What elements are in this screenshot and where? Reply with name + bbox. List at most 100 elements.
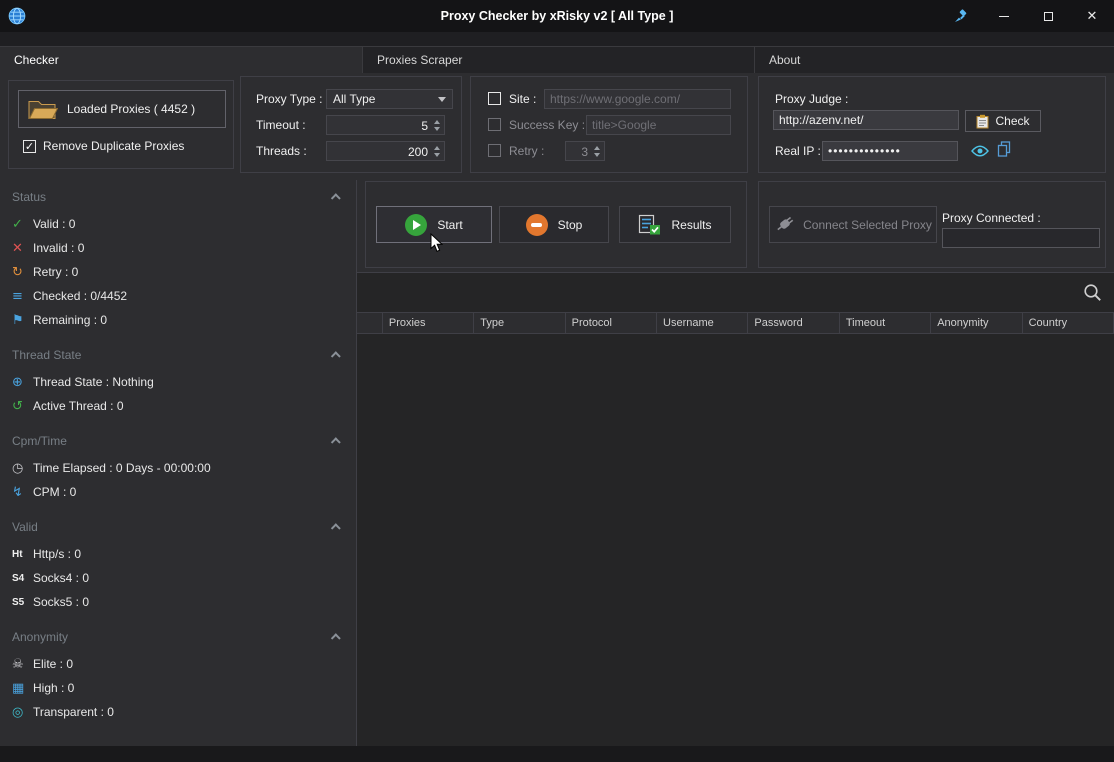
- stop-button[interactable]: Stop: [499, 206, 609, 243]
- spin-down-icon: [594, 153, 600, 157]
- proxy-type-label: Proxy Type :: [256, 89, 322, 109]
- close-button[interactable]: ✕: [1070, 0, 1114, 32]
- clock-icon: ◷: [12, 462, 33, 475]
- pin-window-button[interactable]: [938, 0, 982, 32]
- tab-about[interactable]: About: [755, 46, 1114, 73]
- bolt-icon: ↯: [12, 486, 33, 499]
- anonymity-elite: ☠ Elite : 0: [0, 652, 356, 676]
- results-button[interactable]: Results: [619, 206, 731, 243]
- table-search-row: [357, 273, 1114, 312]
- timeout-spinner[interactable]: [431, 116, 442, 134]
- cpm-time-section-header[interactable]: Cpm/Time: [0, 426, 356, 456]
- status-section-header[interactable]: Status: [0, 182, 356, 212]
- proxy-connected-label: Proxy Connected :: [942, 208, 1041, 228]
- remove-duplicates-label: Remove Duplicate Proxies: [43, 139, 184, 153]
- retry-label: Retry :: [509, 141, 544, 161]
- proxy-judge-input[interactable]: [773, 110, 959, 130]
- col-anonymity[interactable]: Anonymity: [931, 313, 1022, 333]
- anonymity-high: ▦ High : 0: [0, 676, 356, 700]
- success-key-input[interactable]: [586, 115, 731, 135]
- proxy-judge-label: Proxy Judge :: [775, 89, 848, 109]
- globe-icon: ⊕: [12, 376, 33, 389]
- results-button-label: Results: [671, 218, 711, 232]
- connect-selected-proxy-button[interactable]: Connect Selected Proxy: [769, 206, 937, 243]
- start-button[interactable]: Start: [376, 206, 492, 243]
- socks4-icon: S4: [12, 572, 33, 585]
- stop-button-label: Stop: [558, 218, 583, 232]
- chevron-up-icon: [331, 523, 341, 533]
- results-pane: Proxies Type Protocol Username Password …: [357, 272, 1114, 746]
- checker-tab-content: Loaded Proxies ( 4452 ) ✓ Remove Duplica…: [0, 73, 1114, 746]
- maximize-button[interactable]: [1026, 0, 1070, 32]
- col-country[interactable]: Country: [1023, 313, 1114, 333]
- col-timeout[interactable]: Timeout: [840, 313, 931, 333]
- threads-input[interactable]: 200: [326, 141, 445, 161]
- tab-proxies-scraper[interactable]: Proxies Scraper: [362, 46, 755, 73]
- ring-icon: ◎: [12, 706, 33, 719]
- valid-section-header[interactable]: Valid: [0, 512, 356, 542]
- chevron-up-icon: [331, 633, 341, 643]
- connect-group: Connect Selected Proxy Proxy Connected :: [758, 181, 1106, 268]
- real-ip-label: Real IP :: [775, 141, 821, 161]
- site-label: Site :: [509, 89, 536, 109]
- real-ip-input[interactable]: [822, 141, 958, 161]
- proxy-judge-group: Proxy Judge : Check Real IP :: [758, 76, 1106, 173]
- proxy-table-body[interactable]: [357, 335, 1114, 746]
- remove-duplicates-checkbox[interactable]: ✓ Remove Duplicate Proxies: [23, 139, 184, 153]
- spin-up-icon: [434, 146, 440, 150]
- sidebar-section-cpm-time: Cpm/Time ◷ Time Elapsed : 0 Days - 00:00…: [0, 426, 356, 504]
- timeout-input[interactable]: 5: [326, 115, 445, 135]
- socks5-icon: S5: [12, 596, 33, 609]
- col-protocol[interactable]: Protocol: [566, 313, 657, 333]
- retry-spinner[interactable]: [591, 142, 602, 160]
- thread-state-section-header[interactable]: Thread State: [0, 340, 356, 370]
- sidebar-section-thread-state: Thread State ⊕ Thread State : Nothing ↺ …: [0, 340, 356, 418]
- timeout-value: 5: [421, 119, 428, 133]
- close-icon: ✕: [1087, 8, 1098, 24]
- threads-spinner[interactable]: [431, 142, 442, 160]
- minimize-button[interactable]: [982, 0, 1026, 32]
- anonymity-section-header[interactable]: Anonymity: [0, 622, 356, 652]
- timeout-label: Timeout :: [256, 115, 306, 135]
- sidebar-section-anonymity: Anonymity ☠ Elite : 0 ▦ High : 0 ◎ Trans…: [0, 622, 356, 724]
- retry-checkbox[interactable]: [488, 144, 501, 157]
- spin-up-icon: [434, 120, 440, 124]
- maximize-icon: [1044, 12, 1053, 21]
- valid-socks5: S5 Socks5 : 0: [0, 590, 356, 614]
- col-password[interactable]: Password: [748, 313, 839, 333]
- spin-down-icon: [434, 153, 440, 157]
- tab-checker[interactable]: Checker: [0, 46, 362, 73]
- proxy-type-select[interactable]: All Type: [326, 89, 453, 109]
- active-thread-value: ↺ Active Thread : 0: [0, 394, 356, 418]
- status-remaining: ⚑ Remaining : 0: [0, 308, 356, 332]
- play-icon: [405, 214, 427, 236]
- list-icon: ≡: [12, 290, 33, 303]
- chevron-down-icon: [438, 97, 446, 102]
- spin-down-icon: [434, 127, 440, 131]
- col-proxies[interactable]: Proxies: [383, 313, 474, 333]
- chevron-up-icon: [331, 193, 341, 203]
- run-controls-group: Start Stop Results: [365, 181, 747, 268]
- site-checkbox[interactable]: [488, 92, 501, 105]
- window-controls: ✕: [938, 0, 1114, 32]
- tabstrip: Checker Proxies Scraper About: [0, 32, 1114, 73]
- valid-https: Ht Http/s : 0: [0, 542, 356, 566]
- load-proxies-button[interactable]: Loaded Proxies ( 4452 ): [18, 90, 226, 128]
- col-type[interactable]: Type: [474, 313, 565, 333]
- app-window: Proxy Checker by xRisky v2 [ All Type ] …: [0, 0, 1114, 762]
- check-judge-button[interactable]: Check: [965, 110, 1041, 132]
- site-options-group: Site : Success Key : Retry : 3: [470, 76, 748, 173]
- table-corner-cell: [357, 313, 383, 333]
- status-valid: ✓ Valid : 0: [0, 212, 356, 236]
- show-ip-eye-icon[interactable]: [971, 145, 989, 157]
- site-input[interactable]: [544, 89, 731, 109]
- col-username[interactable]: Username: [657, 313, 748, 333]
- stop-icon: [526, 214, 548, 236]
- anonymity-transparent: ◎ Transparent : 0: [0, 700, 356, 724]
- loaded-proxies-label: Loaded Proxies ( 4452 ): [67, 102, 195, 116]
- retry-input[interactable]: 3: [565, 141, 605, 161]
- search-icon[interactable]: [1083, 283, 1102, 302]
- copy-ip-icon[interactable]: [997, 141, 1011, 157]
- proxy-connected-input[interactable]: [942, 228, 1100, 248]
- success-key-checkbox[interactable]: [488, 118, 501, 131]
